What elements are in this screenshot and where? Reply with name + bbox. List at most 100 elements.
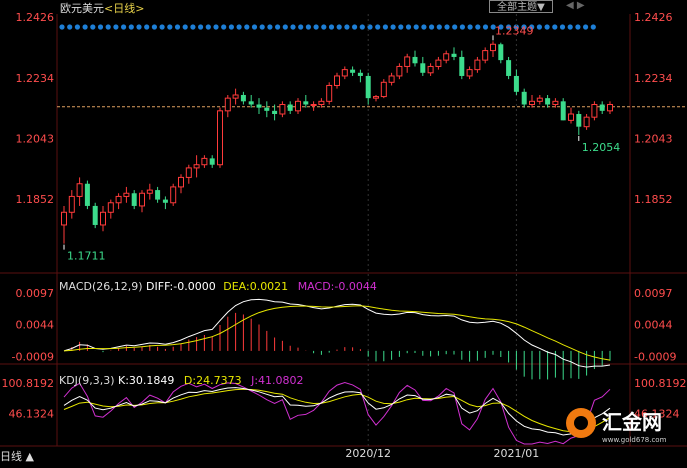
event-dot xyxy=(421,24,427,30)
event-dot xyxy=(398,24,404,30)
candle-body xyxy=(412,56,418,64)
event-dot xyxy=(74,24,80,30)
candle-body xyxy=(107,202,114,213)
x-tick-label: 2020/12 xyxy=(345,447,391,460)
candle-body xyxy=(256,104,262,108)
logo-name: 汇金网 xyxy=(602,410,662,434)
event-dot xyxy=(575,24,581,30)
candle-body xyxy=(240,94,246,102)
macd-ytick-right: 0.0097 xyxy=(634,287,673,300)
candle-body xyxy=(420,63,426,73)
candle-body xyxy=(591,103,598,118)
macd-dea-line xyxy=(63,305,611,361)
event-dot xyxy=(336,24,342,30)
event-dot xyxy=(452,24,458,30)
candle-body xyxy=(248,101,254,105)
kdj-ytick-right: 100.8192 xyxy=(634,377,687,390)
event-dot xyxy=(90,24,96,30)
macd-macd-label: MACD:-0.0044 xyxy=(297,280,377,293)
macd-ytick-left: -0.0009 xyxy=(12,350,54,363)
chart-title-bar: 欧元美元<日线> xyxy=(60,0,144,16)
candle-body xyxy=(490,43,496,52)
candle-body xyxy=(92,205,98,225)
event-dot xyxy=(459,24,465,30)
candle-body xyxy=(139,192,145,207)
event-dot xyxy=(267,24,273,30)
candle-body xyxy=(380,81,387,98)
candle-body xyxy=(295,100,301,112)
event-dot xyxy=(559,24,566,30)
event-dot xyxy=(97,24,104,30)
event-dot xyxy=(167,24,173,30)
event-dot xyxy=(121,24,127,30)
macd-diff-label: DIFF:-0.0000 xyxy=(146,280,216,293)
candle-body xyxy=(459,56,465,76)
candle-body xyxy=(482,50,489,61)
candle-body xyxy=(607,103,613,112)
candle-body xyxy=(365,75,371,99)
kdj-k-line xyxy=(63,387,611,436)
macd-ytick-right: 0.0044 xyxy=(634,319,673,332)
period-label[interactable]: <日线> xyxy=(104,2,144,15)
event-dot xyxy=(390,24,396,30)
low-annotation: 1.1711 xyxy=(67,250,106,263)
event-dot xyxy=(344,24,350,30)
event-dot xyxy=(475,24,481,30)
event-dot xyxy=(413,24,419,30)
candle-body xyxy=(310,103,317,106)
event-dot xyxy=(590,24,596,30)
macd-ytick-left: 0.0044 xyxy=(16,319,55,332)
event-dot xyxy=(467,24,473,30)
candle-body xyxy=(209,158,215,165)
event-dot xyxy=(244,24,250,30)
price-ytick-right: 1.1852 xyxy=(634,193,673,206)
event-dot xyxy=(405,24,412,30)
event-dot xyxy=(198,24,204,30)
candle-body xyxy=(443,53,450,61)
nav-arrows[interactable]: ◀ ▶ xyxy=(566,0,585,11)
event-dot xyxy=(182,24,188,30)
kdj-ytick-left: 46.1324 xyxy=(9,408,55,421)
macd-ytick-right: -0.0009 xyxy=(634,350,676,363)
low-annotation: 1.2054 xyxy=(582,141,621,154)
candle-body xyxy=(224,97,231,112)
candle-body xyxy=(545,98,551,105)
macd-params: MACD(26,12,9) xyxy=(59,280,143,293)
candle-body xyxy=(396,65,403,77)
macd-legend: MACD(26,12,9) DIFF:-0.0000 DEA:0.0021 MA… xyxy=(59,280,377,293)
candle-body xyxy=(576,114,582,127)
kdj-d-line xyxy=(63,388,611,433)
candle-body xyxy=(279,103,286,115)
candle-body xyxy=(521,91,527,105)
event-dot xyxy=(429,24,435,30)
x-tick-label: 2021/01 xyxy=(494,447,540,460)
logo-icon xyxy=(566,408,596,438)
event-dot xyxy=(544,24,550,30)
candle-body xyxy=(341,69,348,77)
theme-button[interactable]: 全部主题▼ xyxy=(489,0,553,13)
candle-body xyxy=(162,199,168,203)
candle-body xyxy=(303,101,309,105)
price-ytick-right: 1.2043 xyxy=(634,132,673,145)
event-dot xyxy=(82,24,88,30)
kdj-legend: KDJ(9,3,3) K:30.1849 D:24.7373 J:41.0802 xyxy=(59,374,304,387)
candle-body xyxy=(264,107,270,111)
event-dot xyxy=(352,24,358,30)
candle-body xyxy=(232,94,239,99)
event-dot xyxy=(221,24,227,30)
kdj-ytick-left: 100.8192 xyxy=(2,377,55,390)
period-tab[interactable]: 日线 ▲ xyxy=(0,448,34,464)
event-dot xyxy=(536,24,543,30)
candle-body xyxy=(131,193,137,206)
candle-body xyxy=(178,176,184,188)
kdj-j-label: J:41.0802 xyxy=(251,374,304,387)
price-ytick-right: 1.2234 xyxy=(634,72,673,85)
event-dot xyxy=(290,24,296,30)
candle-body xyxy=(466,69,473,77)
candle-body xyxy=(318,100,325,105)
price-ytick-left: 1.2043 xyxy=(16,132,55,145)
event-dot xyxy=(136,24,142,30)
macd-diff-line xyxy=(63,298,611,368)
candle-body xyxy=(427,65,434,74)
event-dot xyxy=(251,24,258,30)
